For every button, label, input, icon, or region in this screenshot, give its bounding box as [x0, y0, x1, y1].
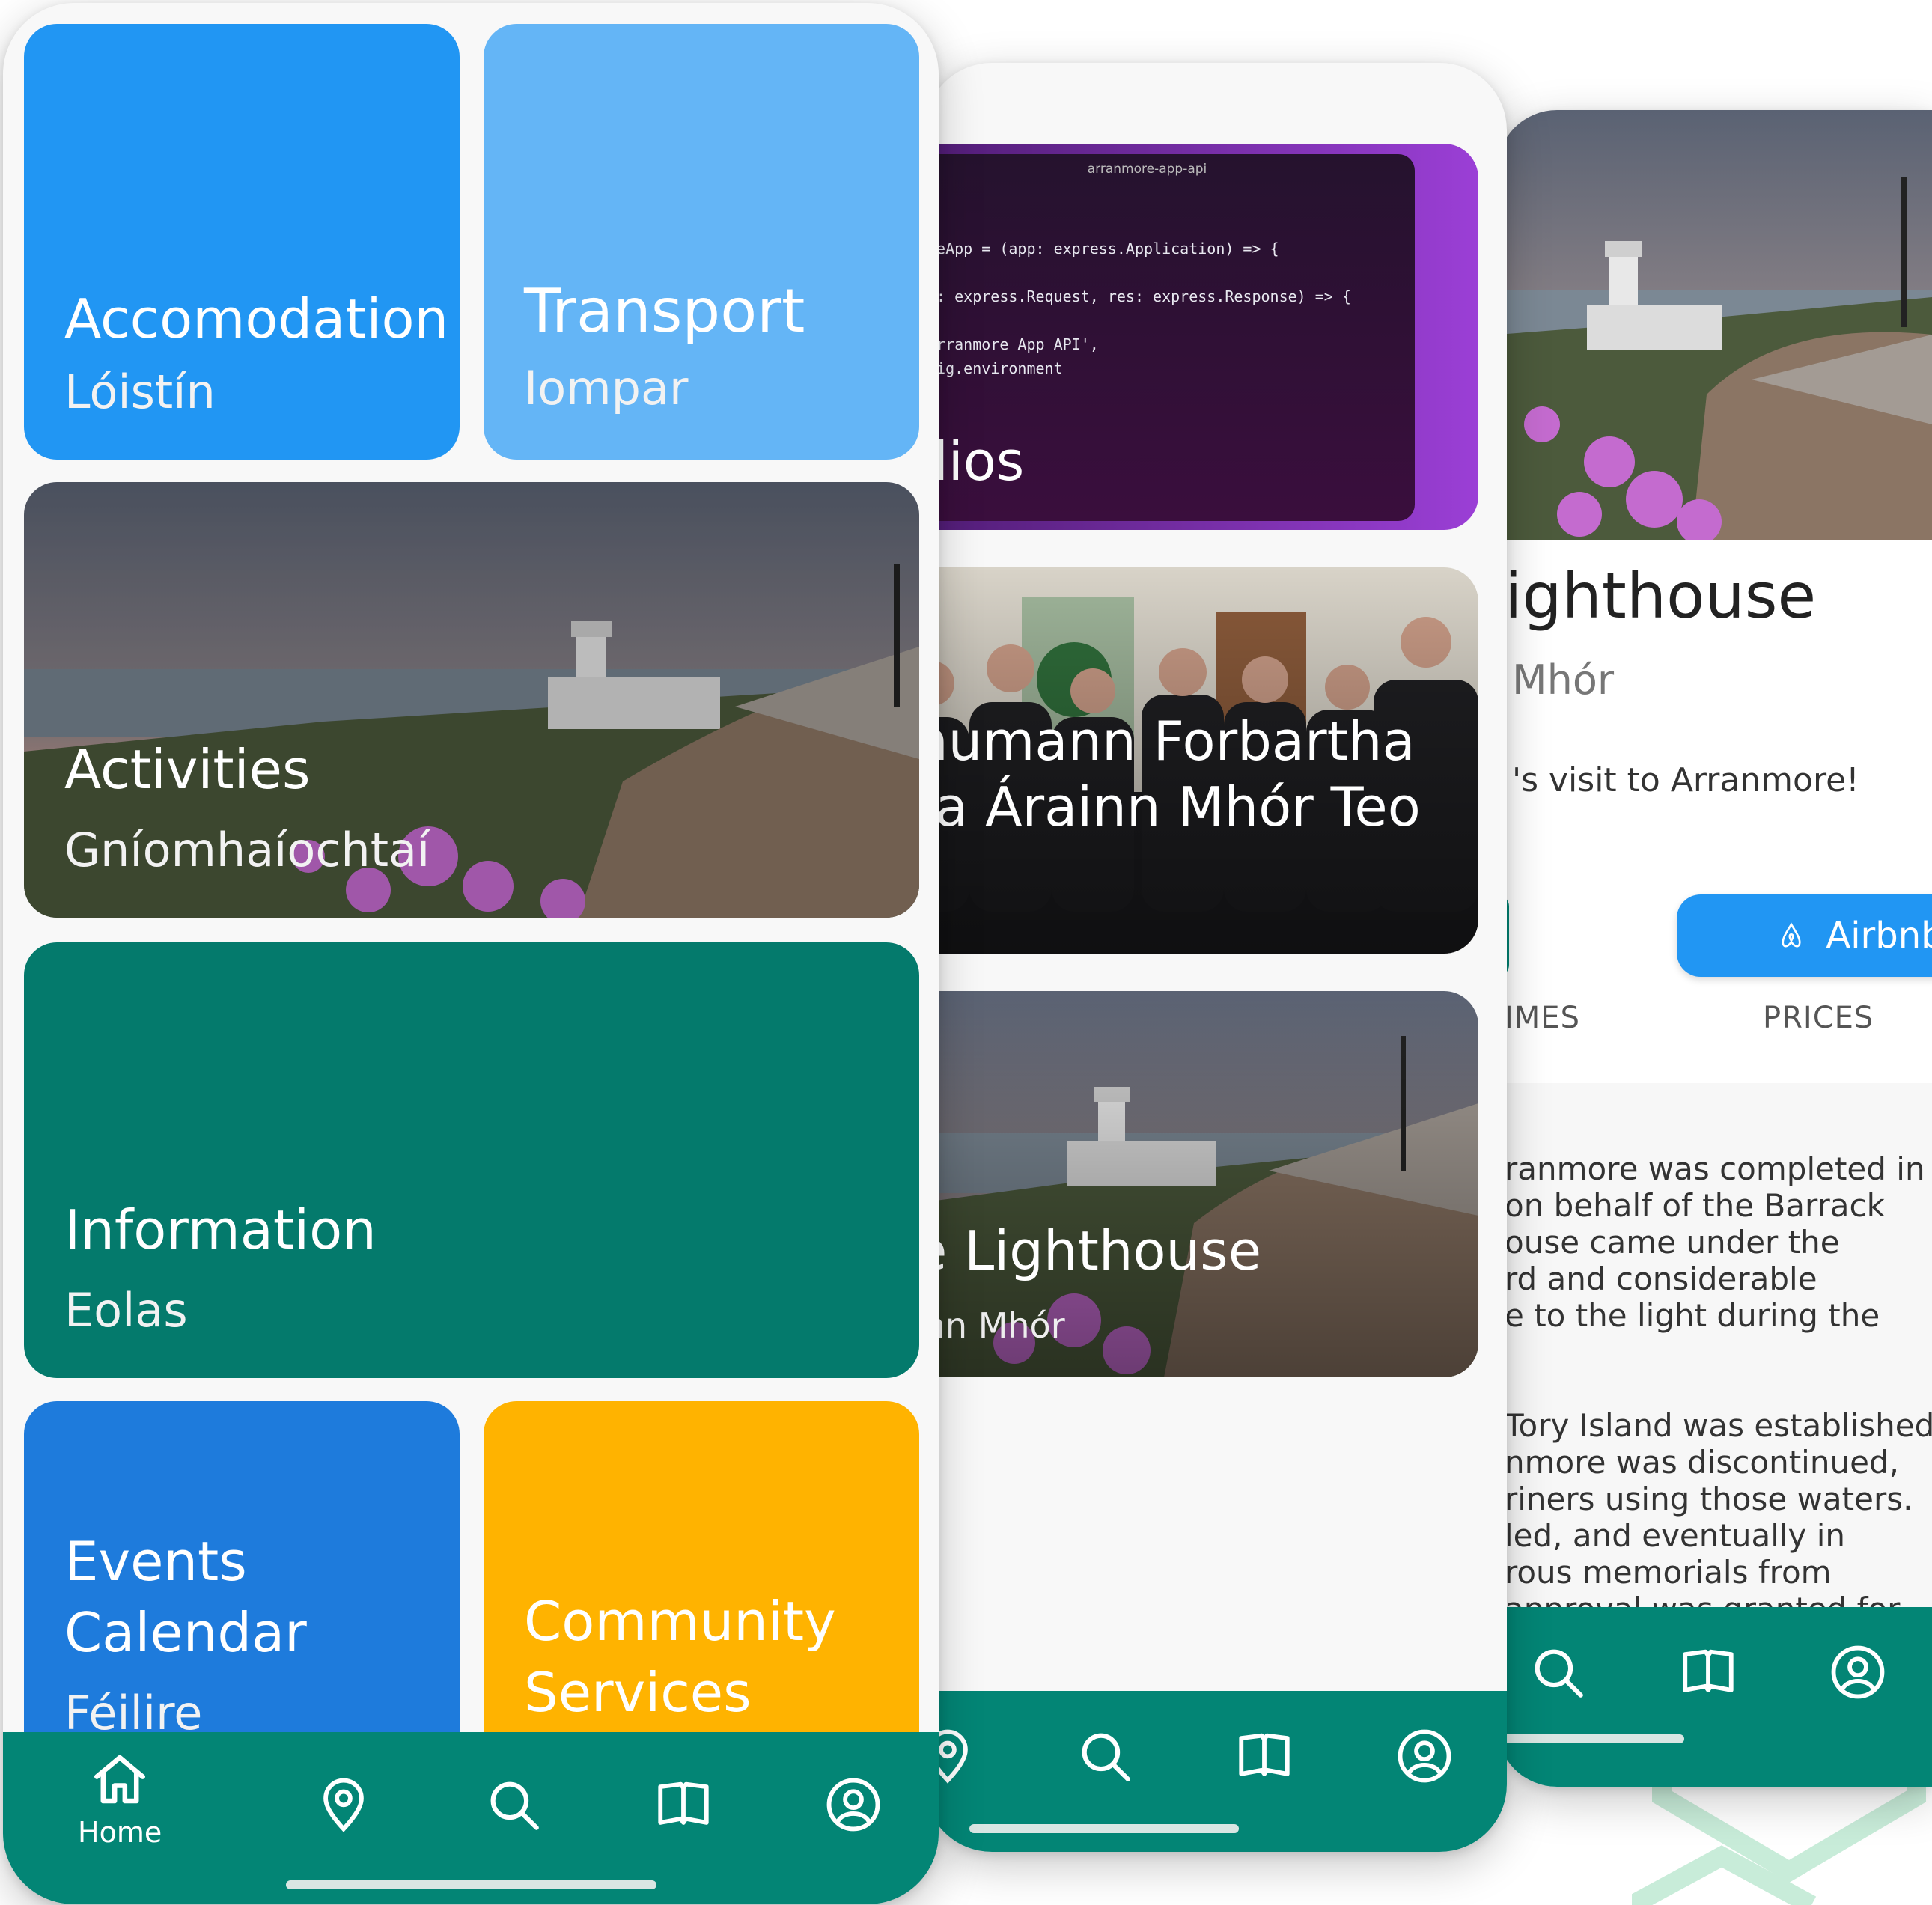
tile-title: Transport: [524, 276, 805, 346]
body-line: rd and considerable: [1505, 1261, 1817, 1297]
tile-title-line1: Events: [64, 1530, 247, 1593]
home-indicator: [286, 1880, 656, 1889]
body-line: ranmore was completed in: [1505, 1150, 1925, 1187]
location-pin-icon: [323, 1778, 364, 1832]
tab-prices[interactable]: PRICES: [1763, 1001, 1874, 1035]
nav-profile[interactable]: [823, 1774, 884, 1835]
tile-events-calendar[interactable]: Events Calendar Féilire: [24, 1401, 460, 1776]
tile-subtitle: Eolas: [64, 1283, 188, 1338]
search-icon: [490, 1781, 539, 1830]
book-icon: [658, 1781, 709, 1825]
airbnb-icon: [1782, 922, 1801, 948]
nav-guide[interactable]: [1677, 1642, 1739, 1703]
nav-search[interactable]: [1074, 1725, 1136, 1787]
tile-activities[interactable]: Activities Gníomhaíochtaí: [24, 482, 919, 918]
bottom-nav: [924, 1691, 1507, 1852]
code-line: q: express.Request, res: express.Respons…: [927, 287, 1351, 305]
detail-body: ranmore was completed in on behalf of th…: [1505, 1150, 1932, 1627]
card-title-line2: ta Árainn Mhór Teo: [924, 775, 1421, 838]
tile-information[interactable]: Information Eolas: [24, 942, 919, 1378]
code-line: Arranmore App API',: [927, 335, 1099, 353]
search-icon: [1535, 1649, 1583, 1698]
card-comharchumann[interactable]: humann Forbartha ta Árainn Mhór Teo: [924, 567, 1478, 954]
home-icon: [94, 1755, 146, 1804]
airbnb-button[interactable]: Airbnb: [1677, 894, 1932, 977]
code-window-title: arranmore-app-api: [1087, 162, 1207, 177]
tab-times[interactable]: IMES: [1505, 1001, 1580, 1035]
detail-title: ighthouse: [1505, 559, 1817, 633]
detail-subtitle: Mhór: [1512, 656, 1615, 704]
book-icon: [1683, 1649, 1734, 1692]
bottom-nav: [1497, 1607, 1932, 1787]
tile-subtitle: Iompar: [524, 361, 689, 415]
nav-search[interactable]: [483, 1774, 544, 1835]
body-line: ouse came under the: [1505, 1224, 1840, 1261]
card-title: e Lighthouse: [924, 1219, 1261, 1282]
code-line: reApp = (app: express.Application) => {: [927, 240, 1279, 257]
airbnb-label: Airbnb: [1826, 915, 1932, 957]
search-icon: [1082, 1733, 1130, 1781]
tile-title-line2: Calendar: [64, 1601, 307, 1664]
detail-tagline: 's visit to Arranmore!: [1512, 761, 1859, 799]
book-icon: [1239, 1733, 1290, 1776]
nav-map[interactable]: [313, 1774, 374, 1835]
profile-icon: [1831, 1645, 1885, 1699]
code-line: fig.environment: [927, 359, 1063, 377]
tile-title: Accomodation: [64, 287, 449, 350]
nav-home[interactable]: Home: [78, 1749, 162, 1849]
tile-subtitle: Gníomhaíochtaí: [64, 823, 430, 877]
nav-search[interactable]: [1527, 1642, 1588, 1703]
tile-transport[interactable]: Transport Iompar: [484, 24, 919, 460]
card-subtitle: inn Mhór: [924, 1305, 1065, 1346]
card-title-line1: humann Forbartha: [924, 710, 1416, 772]
body-line: rous memorials from: [1505, 1554, 1832, 1591]
profile-icon: [1398, 1729, 1451, 1783]
home-indicator: [1497, 1734, 1684, 1743]
bottom-nav: Home: [3, 1732, 939, 1904]
nav-home-label: Home: [78, 1816, 162, 1849]
home-screen: Accomodation Lóistín Transport Iompar Ac…: [3, 3, 939, 1904]
tile-title-line1: Community: [524, 1590, 836, 1653]
tile-accommodation[interactable]: Accomodation Lóistín: [24, 24, 460, 460]
nav-guide[interactable]: [1234, 1725, 1295, 1787]
body-line: riners using those waters.: [1505, 1481, 1913, 1517]
tile-title: Information: [64, 1198, 377, 1261]
tile-title: Activities: [64, 738, 311, 801]
card-studios[interactable]: arranmore-app-api reApp = (app: express.…: [924, 144, 1478, 530]
list-screen: arranmore-app-api reApp = (app: express.…: [924, 63, 1507, 1852]
tile-community-services[interactable]: Community Services: [484, 1401, 919, 1776]
tile-subtitle: Lóistín: [64, 365, 216, 419]
profile-icon: [826, 1778, 880, 1832]
nav-guide[interactable]: [653, 1774, 714, 1835]
body-line: e to the light during the: [1505, 1297, 1880, 1334]
body-line: led, and eventually in: [1505, 1517, 1846, 1554]
body-line: Tory Island was established: [1505, 1407, 1932, 1444]
card-title: dios: [924, 430, 1025, 493]
lighthouse-photo: [1497, 110, 1932, 540]
body-line: on behalf of the Barrack: [1505, 1187, 1885, 1224]
nav-profile[interactable]: [1827, 1642, 1889, 1703]
home-indicator: [969, 1824, 1239, 1833]
detail-screen: ighthouse Mhór 's visit to Arranmore! Ai…: [1497, 110, 1932, 1787]
nav-profile[interactable]: [1394, 1725, 1455, 1787]
card-lighthouse[interactable]: e Lighthouse inn Mhór: [924, 991, 1478, 1377]
tile-title-line2: Services: [524, 1661, 752, 1724]
body-line: nmore was discontinued,: [1505, 1444, 1899, 1481]
